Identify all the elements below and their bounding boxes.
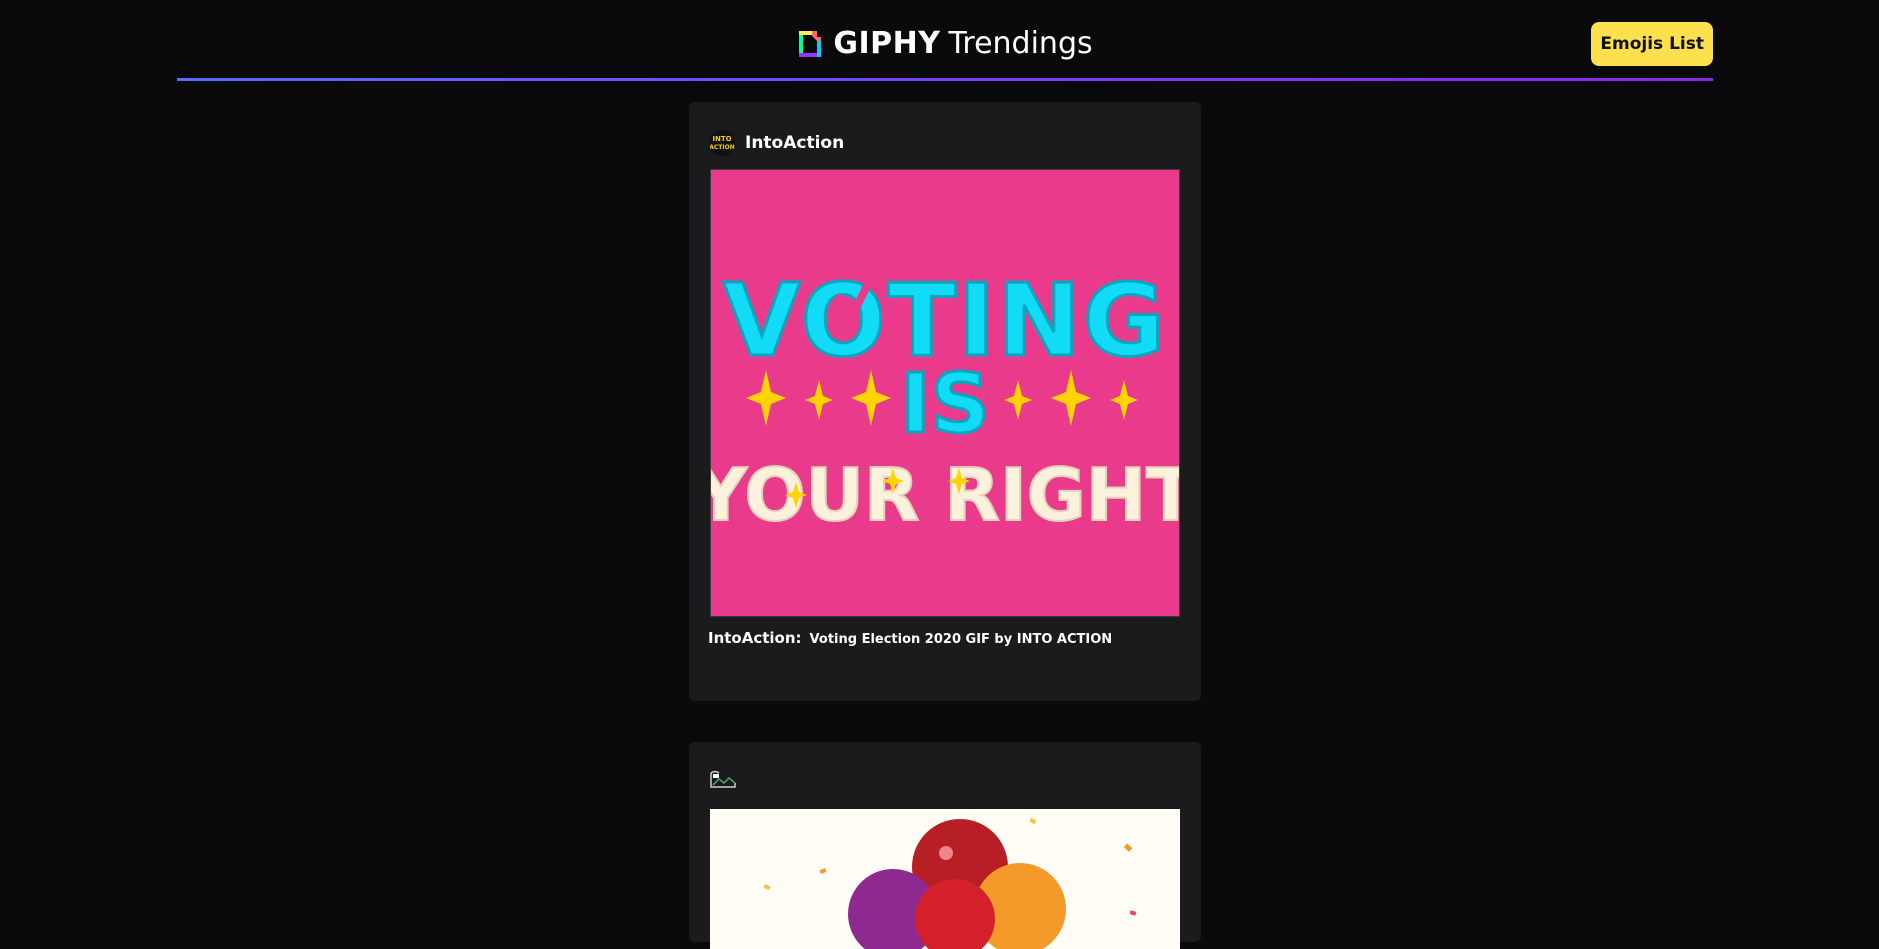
gif-card (689, 742, 1201, 949)
svg-text:INTO: INTO (712, 135, 731, 143)
giphy-logo-icon (797, 28, 823, 60)
broken-image-icon (709, 769, 737, 789)
gif-text-line-2: IS (900, 357, 990, 452)
caption-title: Voting Election 2020 GIF by INTO ACTION (809, 632, 1113, 647)
svg-text:ACTION: ACTION (709, 144, 735, 151)
brand-giphy: GIPHY (833, 26, 941, 61)
emojis-list-button[interactable]: Emojis List (1591, 22, 1713, 66)
app-header: GIPHY Trendings Emojis List (177, 0, 1713, 82)
header-divider (177, 78, 1713, 81)
gif-text-line-3: YOUR RIGHT (711, 453, 1179, 537)
gif-image[interactable]: VOTING IS YOUR RIGHT (693, 169, 1196, 617)
gif-user-row[interactable]: INTO ACTION IntoAction (709, 130, 844, 156)
caption-username: IntoAction: (708, 629, 802, 647)
user-avatar: INTO ACTION (709, 130, 735, 156)
gif-card: INTO ACTION IntoAction VOTING IS YOUR RI… (689, 102, 1201, 701)
gif-image[interactable] (710, 809, 1180, 949)
gif-caption: IntoAction: Voting Election 2020 GIF by … (708, 629, 1112, 647)
username: IntoAction (745, 133, 845, 153)
brand-title: GIPHY Trendings (177, 26, 1713, 62)
brand-trendings: Trendings (948, 26, 1093, 61)
